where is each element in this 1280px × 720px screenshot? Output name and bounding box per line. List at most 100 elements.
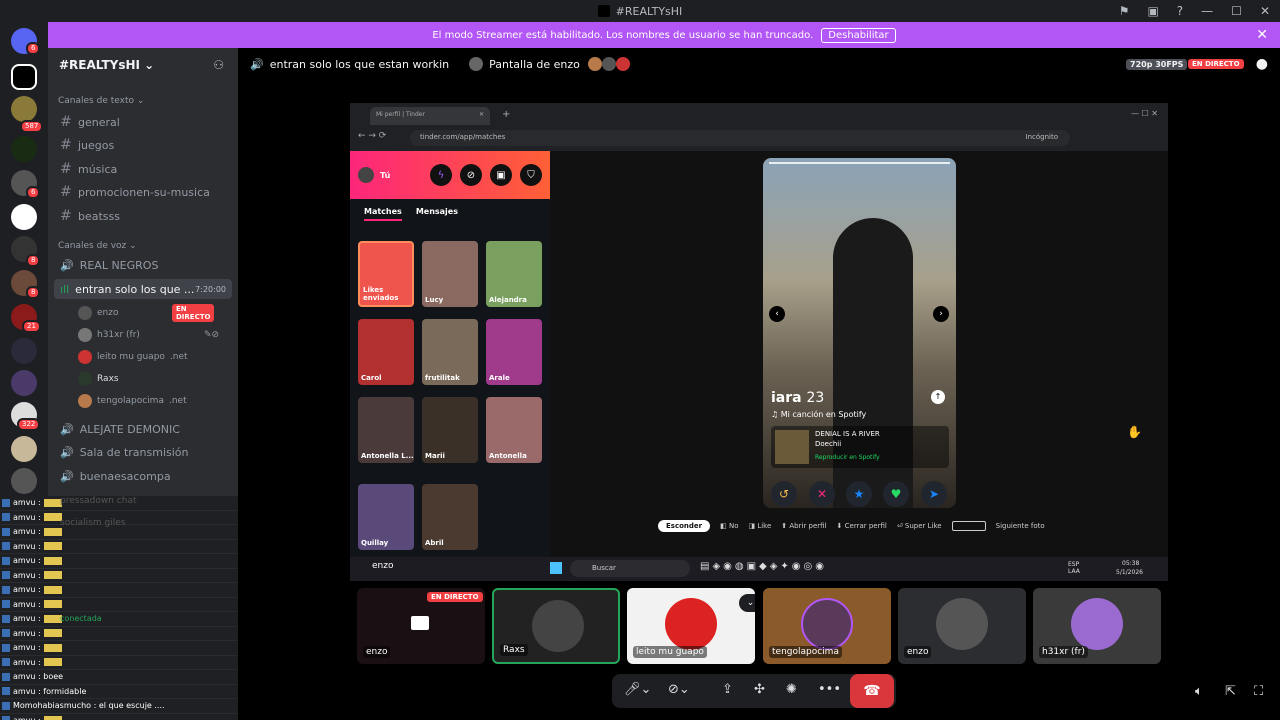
next-photo-icon[interactable]: › bbox=[933, 306, 949, 322]
minimize-button[interactable]: — bbox=[1201, 4, 1213, 18]
share-screen-button[interactable]: ⇪ bbox=[722, 682, 733, 697]
participant-tile[interactable]: EN DIRECTO enzo bbox=[357, 588, 485, 664]
camera-button[interactable]: ⊘⌄ bbox=[668, 682, 690, 697]
soundboard-button[interactable]: ✺ bbox=[786, 682, 797, 697]
voice-user[interactable]: enzo EN DIRECTO bbox=[78, 304, 215, 322]
voice-user[interactable]: Raxs bbox=[78, 372, 119, 386]
match-thumb[interactable]: Lucy bbox=[422, 241, 478, 307]
voice-real-negros[interactable]: 🔊 REAL NEGROS bbox=[60, 259, 158, 272]
chat-text: amvu : bbox=[13, 498, 41, 508]
likes-sent-card[interactable]: Likes enviados bbox=[358, 241, 414, 307]
screen-icon[interactable]: ▣ bbox=[1147, 4, 1158, 18]
participant-tile[interactable]: h31xr (fr) bbox=[1033, 588, 1161, 664]
microphone-button[interactable]: 🎤︎⌄ bbox=[624, 682, 651, 697]
end-call-button[interactable]: ☎ bbox=[850, 674, 894, 708]
close-window-button[interactable]: ✕ bbox=[1260, 4, 1270, 18]
my-profile-label[interactable]: Tú bbox=[380, 171, 390, 180]
explore-icon[interactable]: ⊘ bbox=[460, 164, 482, 186]
profile-card[interactable]: ‹ › iara 23 ↑ ♫ Mi canción en Spotify DE… bbox=[763, 158, 956, 508]
spotify-song[interactable]: DENIAL IS A RIVER Doechii Reproducir en … bbox=[771, 426, 949, 468]
collapse-icon[interactable]: ⌄ ⚇ bbox=[739, 594, 755, 612]
participant-tile[interactable]: Raxs bbox=[492, 588, 620, 664]
match-thumb[interactable]: Abril bbox=[422, 484, 478, 550]
server-icon[interactable] bbox=[11, 468, 37, 494]
browser-tab[interactable]: Mi perfil | Tinder ✕ bbox=[370, 107, 490, 125]
boost-button[interactable]: ➤ bbox=[921, 481, 947, 507]
participant-tile[interactable]: tengolapocima bbox=[763, 588, 891, 664]
match-thumb[interactable]: Alejandra bbox=[486, 241, 542, 307]
shared-screen[interactable]: Mi perfil | Tinder ✕ + ← → ⟳ tinder.com/… bbox=[350, 103, 1168, 581]
taskbar-search[interactable]: Buscar bbox=[570, 560, 690, 577]
back-icon[interactable]: ← → ⟳ bbox=[358, 131, 386, 141]
address-bar[interactable]: tinder.com/app/matches Incógnito bbox=[410, 130, 1070, 146]
voice-user[interactable]: h31xr (fr) ✎⊘ bbox=[78, 328, 219, 342]
text-category[interactable]: Canales de texto ⌄ bbox=[58, 96, 144, 106]
match-thumb[interactable]: Carol bbox=[358, 319, 414, 385]
maximize-button[interactable]: ☐ bbox=[1231, 4, 1242, 18]
activities-button[interactable]: ✣ bbox=[754, 682, 765, 697]
server-name[interactable]: #REALTYsHI ⌄ bbox=[59, 58, 154, 72]
rewind-button[interactable]: ↺ bbox=[771, 481, 797, 507]
server-icon[interactable] bbox=[11, 338, 37, 364]
channel-general[interactable]: # general bbox=[60, 114, 120, 130]
add-member-icon[interactable]: ⚇ bbox=[213, 58, 224, 72]
voice-sala[interactable]: 🔊 Sala de transmisión bbox=[60, 446, 189, 459]
tab-messages[interactable]: Mensajes bbox=[416, 207, 458, 221]
match-thumb[interactable]: Antonella bbox=[486, 397, 542, 463]
shield-icon[interactable]: ⛉ bbox=[520, 164, 542, 186]
match-thumb[interactable]: frutilitak bbox=[422, 319, 478, 385]
participant-tile[interactable]: enzo bbox=[898, 588, 1026, 664]
channel-musica[interactable]: # música bbox=[60, 161, 117, 177]
windows-start-icon[interactable] bbox=[550, 562, 562, 574]
server-icon[interactable] bbox=[11, 96, 37, 122]
window-controls[interactable]: — ☐ ✕ bbox=[1131, 109, 1158, 118]
like-button[interactable]: ♥ bbox=[883, 481, 909, 507]
hide-hints-button[interactable]: Esconder bbox=[658, 520, 711, 532]
channel-juegos[interactable]: # juegos bbox=[60, 137, 114, 153]
close-banner-icon[interactable]: ✕ bbox=[1256, 27, 1268, 43]
match-thumb[interactable]: Arale bbox=[486, 319, 542, 385]
play-spotify-link[interactable]: Reproducir en Spotify bbox=[815, 454, 880, 461]
server-icon[interactable] bbox=[11, 204, 37, 230]
voice-category[interactable]: Canales de voz ⌄ bbox=[58, 241, 137, 251]
help-icon[interactable]: ? bbox=[1177, 4, 1183, 18]
voice-buenaesa[interactable]: 🔊 buenaesacompa bbox=[60, 470, 171, 483]
match-thumb[interactable]: Marii bbox=[422, 397, 478, 463]
channel-promocionen[interactable]: # promocionen-su-musica bbox=[60, 184, 210, 200]
avatar[interactable] bbox=[358, 167, 374, 183]
boost-icon[interactable]: ϟ bbox=[430, 164, 452, 186]
volume-icon[interactable]: 🔈︎ bbox=[1195, 684, 1203, 699]
more-options-button[interactable]: ••• bbox=[818, 682, 841, 697]
briefcase-icon[interactable]: ▣ bbox=[490, 164, 512, 186]
tray-lang[interactable]: ESP LAA bbox=[1068, 561, 1080, 575]
channel-beatsss[interactable]: # beatsss bbox=[60, 208, 120, 224]
voice-user[interactable]: leito mu guapo .net bbox=[78, 350, 188, 364]
tray-time[interactable]: 05:38 bbox=[1122, 560, 1139, 567]
new-tab-icon[interactable]: + bbox=[502, 109, 510, 120]
match-thumb[interactable]: Quillay bbox=[358, 484, 414, 550]
tray-date[interactable]: 5/1/2026 bbox=[1116, 569, 1143, 576]
participant-tile[interactable]: ⌄ ⚇ leito mu guapo bbox=[627, 588, 755, 664]
fullscreen-icon[interactable]: ⛶ bbox=[1254, 684, 1263, 699]
inbox-icon[interactable]: ⚑ bbox=[1119, 4, 1130, 18]
tab-matches[interactable]: Matches bbox=[364, 207, 402, 221]
avatar bbox=[78, 328, 92, 342]
nope-button[interactable]: ✕ bbox=[809, 481, 835, 507]
server-icon[interactable] bbox=[11, 136, 37, 162]
superlike-button[interactable]: ★ bbox=[846, 481, 872, 507]
disable-streamer-button[interactable]: Deshabilitar bbox=[821, 27, 896, 43]
close-tab-icon[interactable]: ✕ bbox=[479, 111, 484, 118]
voice-active-channel[interactable]: ıll entran solo los que ... 7:20:00 bbox=[54, 279, 232, 299]
server-icon[interactable] bbox=[11, 64, 37, 90]
chat-bubble-icon[interactable]: ● bbox=[1256, 56, 1268, 72]
prev-photo-icon[interactable]: ‹ bbox=[769, 306, 785, 322]
popout-icon[interactable]: ⇱ bbox=[1225, 684, 1236, 699]
server-icon[interactable] bbox=[11, 370, 37, 396]
voice-alejate[interactable]: 🔊 ALEJATE DEMONIC bbox=[60, 423, 180, 436]
taskbar-apps[interactable]: ▤◈◉◍▣◆◈✦◉◎◉ bbox=[700, 561, 827, 572]
server-icon[interactable] bbox=[11, 436, 37, 462]
match-thumb[interactable]: Antonella L... bbox=[358, 397, 414, 463]
voice-user[interactable]: tengolapocima .net bbox=[78, 394, 187, 408]
emote-icon bbox=[43, 571, 62, 580]
expand-profile-icon[interactable]: ↑ bbox=[931, 390, 945, 404]
